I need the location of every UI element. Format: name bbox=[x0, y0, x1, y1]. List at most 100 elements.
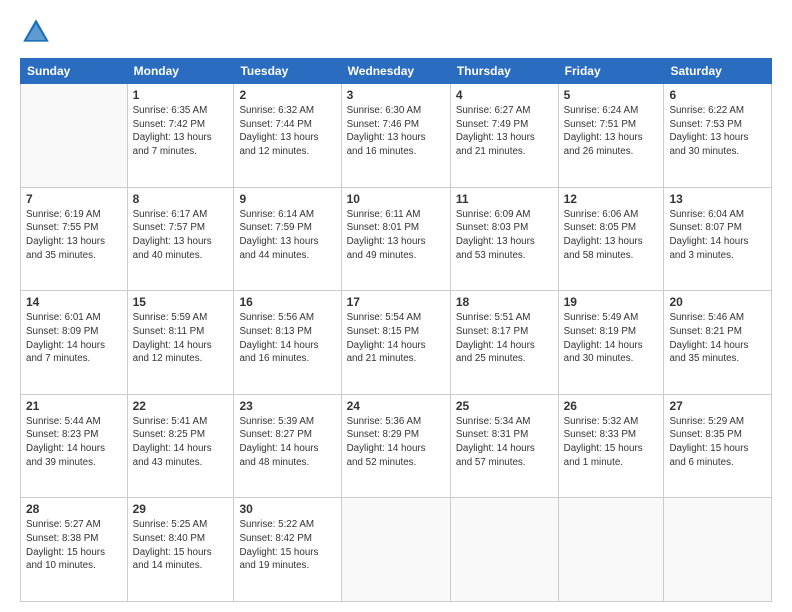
day-number: 1 bbox=[133, 88, 229, 102]
day-info: Sunrise: 5:54 AMSunset: 8:15 PMDaylight:… bbox=[347, 311, 445, 366]
calendar-cell: 23 Sunrise: 5:39 AMSunset: 8:27 PMDayligh… bbox=[234, 394, 341, 498]
day-number: 2 bbox=[239, 88, 335, 102]
day-number: 22 bbox=[133, 399, 229, 413]
day-info: Sunrise: 5:51 AMSunset: 8:17 PMDaylight:… bbox=[456, 311, 553, 366]
week-row-1: 7Sunrise: 6:19 AMSunset: 7:55 PMDaylight… bbox=[21, 187, 772, 291]
calendar-cell: 29Sunrise: 5:25 AMSunset: 8:40 PMDayligh… bbox=[127, 498, 234, 602]
calendar-cell bbox=[21, 84, 128, 188]
calendar-table: SundayMondayTuesdayWednesdayThursdayFrid… bbox=[20, 58, 772, 602]
day-info: Sunrise: 5:39 AMSunset: 8:27 PMDaylight:… bbox=[239, 415, 335, 470]
day-info: Sunrise: 6:14 AMSunset: 7:59 PMDaylight:… bbox=[239, 208, 335, 263]
day-info: Sunrise: 6:01 AMSunset: 8:09 PMDaylight:… bbox=[26, 311, 122, 366]
header-row: SundayMondayTuesdayWednesdayThursdayFrid… bbox=[21, 59, 772, 84]
day-info: Sunrise: 6:04 AMSunset: 8:07 PMDaylight:… bbox=[669, 208, 766, 263]
day-info: Sunrise: 6:24 AMSunset: 7:51 PMDaylight:… bbox=[564, 104, 659, 159]
day-info: Sunrise: 5:44 AMSunset: 8:23 PMDaylight:… bbox=[26, 415, 122, 470]
calendar-cell: 1 Sunrise: 6:35 AMSunset: 7:42 PMDaylight… bbox=[127, 84, 234, 188]
day-info: Sunrise: 6:09 AMSunset: 8:03 PMDaylight:… bbox=[456, 208, 553, 263]
calendar-cell: 3 Sunrise: 6:30 AMSunset: 7:46 PMDaylight… bbox=[341, 84, 450, 188]
day-number: 10 bbox=[347, 192, 445, 206]
day-info: Sunrise: 5:46 AMSunset: 8:21 PMDaylight:… bbox=[669, 311, 766, 366]
day-info: Sunrise: 6:22 AMSunset: 7:53 PMDaylight:… bbox=[669, 104, 766, 159]
day-number: 9 bbox=[239, 192, 335, 206]
calendar-cell: 28 Sunrise: 5:27 AMSunset: 8:38 PMDayligh… bbox=[21, 498, 128, 602]
calendar-cell: 16 Sunrise: 5:56 AMSunset: 8:13 PMDayligh… bbox=[234, 291, 341, 395]
day-number: 29 bbox=[133, 502, 229, 516]
day-info: Sunrise: 5:27 AMSunset: 8:38 PMDaylight:… bbox=[26, 518, 122, 573]
day-number: 26 bbox=[564, 399, 659, 413]
day-number: 20 bbox=[669, 295, 766, 309]
header-day-sunday: Sunday bbox=[21, 59, 128, 84]
calendar-cell: 21 Sunrise: 5:44 AMSunset: 8:23 PMDayligh… bbox=[21, 394, 128, 498]
day-info: Sunrise: 6:30 AMSunset: 7:46 PMDaylight:… bbox=[347, 104, 445, 159]
day-number: 3 bbox=[347, 88, 445, 102]
day-info: Sunrise: 5:32 AMSunset: 8:33 PMDaylight:… bbox=[564, 415, 659, 470]
week-row-0: 1 Sunrise: 6:35 AMSunset: 7:42 PMDaylight… bbox=[21, 84, 772, 188]
page: SundayMondayTuesdayWednesdayThursdayFrid… bbox=[0, 0, 792, 612]
calendar-cell bbox=[558, 498, 664, 602]
header-day-tuesday: Tuesday bbox=[234, 59, 341, 84]
day-info: Sunrise: 6:06 AMSunset: 8:05 PMDaylight:… bbox=[564, 208, 659, 263]
day-info: Sunrise: 6:35 AMSunset: 7:42 PMDaylight:… bbox=[133, 104, 229, 159]
day-number: 21 bbox=[26, 399, 122, 413]
day-info: Sunrise: 5:34 AMSunset: 8:31 PMDaylight:… bbox=[456, 415, 553, 470]
calendar-cell bbox=[664, 498, 772, 602]
day-info: Sunrise: 6:32 AMSunset: 7:44 PMDaylight:… bbox=[239, 104, 335, 159]
day-info: Sunrise: 5:29 AMSunset: 8:35 PMDaylight:… bbox=[669, 415, 766, 470]
header-day-thursday: Thursday bbox=[450, 59, 558, 84]
day-info: Sunrise: 6:11 AMSunset: 8:01 PMDaylight:… bbox=[347, 208, 445, 263]
header-day-saturday: Saturday bbox=[664, 59, 772, 84]
header bbox=[20, 16, 772, 48]
calendar-cell: 24Sunrise: 5:36 AMSunset: 8:29 PMDayligh… bbox=[341, 394, 450, 498]
day-number: 15 bbox=[133, 295, 229, 309]
day-number: 5 bbox=[564, 88, 659, 102]
week-row-2: 14 Sunrise: 6:01 AMSunset: 8:09 PMDayligh… bbox=[21, 291, 772, 395]
calendar-cell: 4 Sunrise: 6:27 AMSunset: 7:49 PMDaylight… bbox=[450, 84, 558, 188]
calendar-cell: 6 Sunrise: 6:22 AMSunset: 7:53 PMDaylight… bbox=[664, 84, 772, 188]
day-info: Sunrise: 5:59 AMSunset: 8:11 PMDaylight:… bbox=[133, 311, 229, 366]
calendar-cell: 26 Sunrise: 5:32 AMSunset: 8:33 PMDayligh… bbox=[558, 394, 664, 498]
calendar-cell: 8 Sunrise: 6:17 AMSunset: 7:57 PMDaylight… bbox=[127, 187, 234, 291]
header-day-wednesday: Wednesday bbox=[341, 59, 450, 84]
calendar-cell: 27 Sunrise: 5:29 AMSunset: 8:35 PMDayligh… bbox=[664, 394, 772, 498]
day-info: Sunrise: 5:22 AMSunset: 8:42 PMDaylight:… bbox=[239, 518, 335, 573]
day-info: Sunrise: 5:56 AMSunset: 8:13 PMDaylight:… bbox=[239, 311, 335, 366]
day-number: 23 bbox=[239, 399, 335, 413]
day-number: 19 bbox=[564, 295, 659, 309]
calendar-cell: 18 Sunrise: 5:51 AMSunset: 8:17 PMDayligh… bbox=[450, 291, 558, 395]
calendar-cell: 22 Sunrise: 5:41 AMSunset: 8:25 PMDayligh… bbox=[127, 394, 234, 498]
day-info: Sunrise: 6:17 AMSunset: 7:57 PMDaylight:… bbox=[133, 208, 229, 263]
day-number: 16 bbox=[239, 295, 335, 309]
day-info: Sunrise: 5:41 AMSunset: 8:25 PMDaylight:… bbox=[133, 415, 229, 470]
calendar-cell: 14 Sunrise: 6:01 AMSunset: 8:09 PMDayligh… bbox=[21, 291, 128, 395]
calendar-cell: 12 Sunrise: 6:06 AMSunset: 8:05 PMDayligh… bbox=[558, 187, 664, 291]
calendar-cell: 11 Sunrise: 6:09 AMSunset: 8:03 PMDayligh… bbox=[450, 187, 558, 291]
day-number: 8 bbox=[133, 192, 229, 206]
calendar-cell: 17 Sunrise: 5:54 AMSunset: 8:15 PMDayligh… bbox=[341, 291, 450, 395]
day-number: 18 bbox=[456, 295, 553, 309]
calendar-cell: 5 Sunrise: 6:24 AMSunset: 7:51 PMDaylight… bbox=[558, 84, 664, 188]
day-number: 27 bbox=[669, 399, 766, 413]
calendar-cell: 19Sunrise: 5:49 AMSunset: 8:19 PMDayligh… bbox=[558, 291, 664, 395]
calendar-cell: 13 Sunrise: 6:04 AMSunset: 8:07 PMDayligh… bbox=[664, 187, 772, 291]
day-number: 6 bbox=[669, 88, 766, 102]
day-number: 28 bbox=[26, 502, 122, 516]
day-number: 13 bbox=[669, 192, 766, 206]
day-number: 11 bbox=[456, 192, 553, 206]
logo-icon bbox=[20, 16, 52, 48]
day-number: 4 bbox=[456, 88, 553, 102]
calendar-cell bbox=[341, 498, 450, 602]
day-number: 7 bbox=[26, 192, 122, 206]
calendar-cell: 10 Sunrise: 6:11 AMSunset: 8:01 PMDayligh… bbox=[341, 187, 450, 291]
day-number: 12 bbox=[564, 192, 659, 206]
day-number: 17 bbox=[347, 295, 445, 309]
week-row-4: 28 Sunrise: 5:27 AMSunset: 8:38 PMDayligh… bbox=[21, 498, 772, 602]
calendar-cell: 7Sunrise: 6:19 AMSunset: 7:55 PMDaylight… bbox=[21, 187, 128, 291]
calendar-cell: 15 Sunrise: 5:59 AMSunset: 8:11 PMDayligh… bbox=[127, 291, 234, 395]
calendar-body: 1 Sunrise: 6:35 AMSunset: 7:42 PMDaylight… bbox=[21, 84, 772, 602]
day-number: 14 bbox=[26, 295, 122, 309]
header-day-friday: Friday bbox=[558, 59, 664, 84]
day-info: Sunrise: 6:27 AMSunset: 7:49 PMDaylight:… bbox=[456, 104, 553, 159]
week-row-3: 21 Sunrise: 5:44 AMSunset: 8:23 PMDayligh… bbox=[21, 394, 772, 498]
header-day-monday: Monday bbox=[127, 59, 234, 84]
